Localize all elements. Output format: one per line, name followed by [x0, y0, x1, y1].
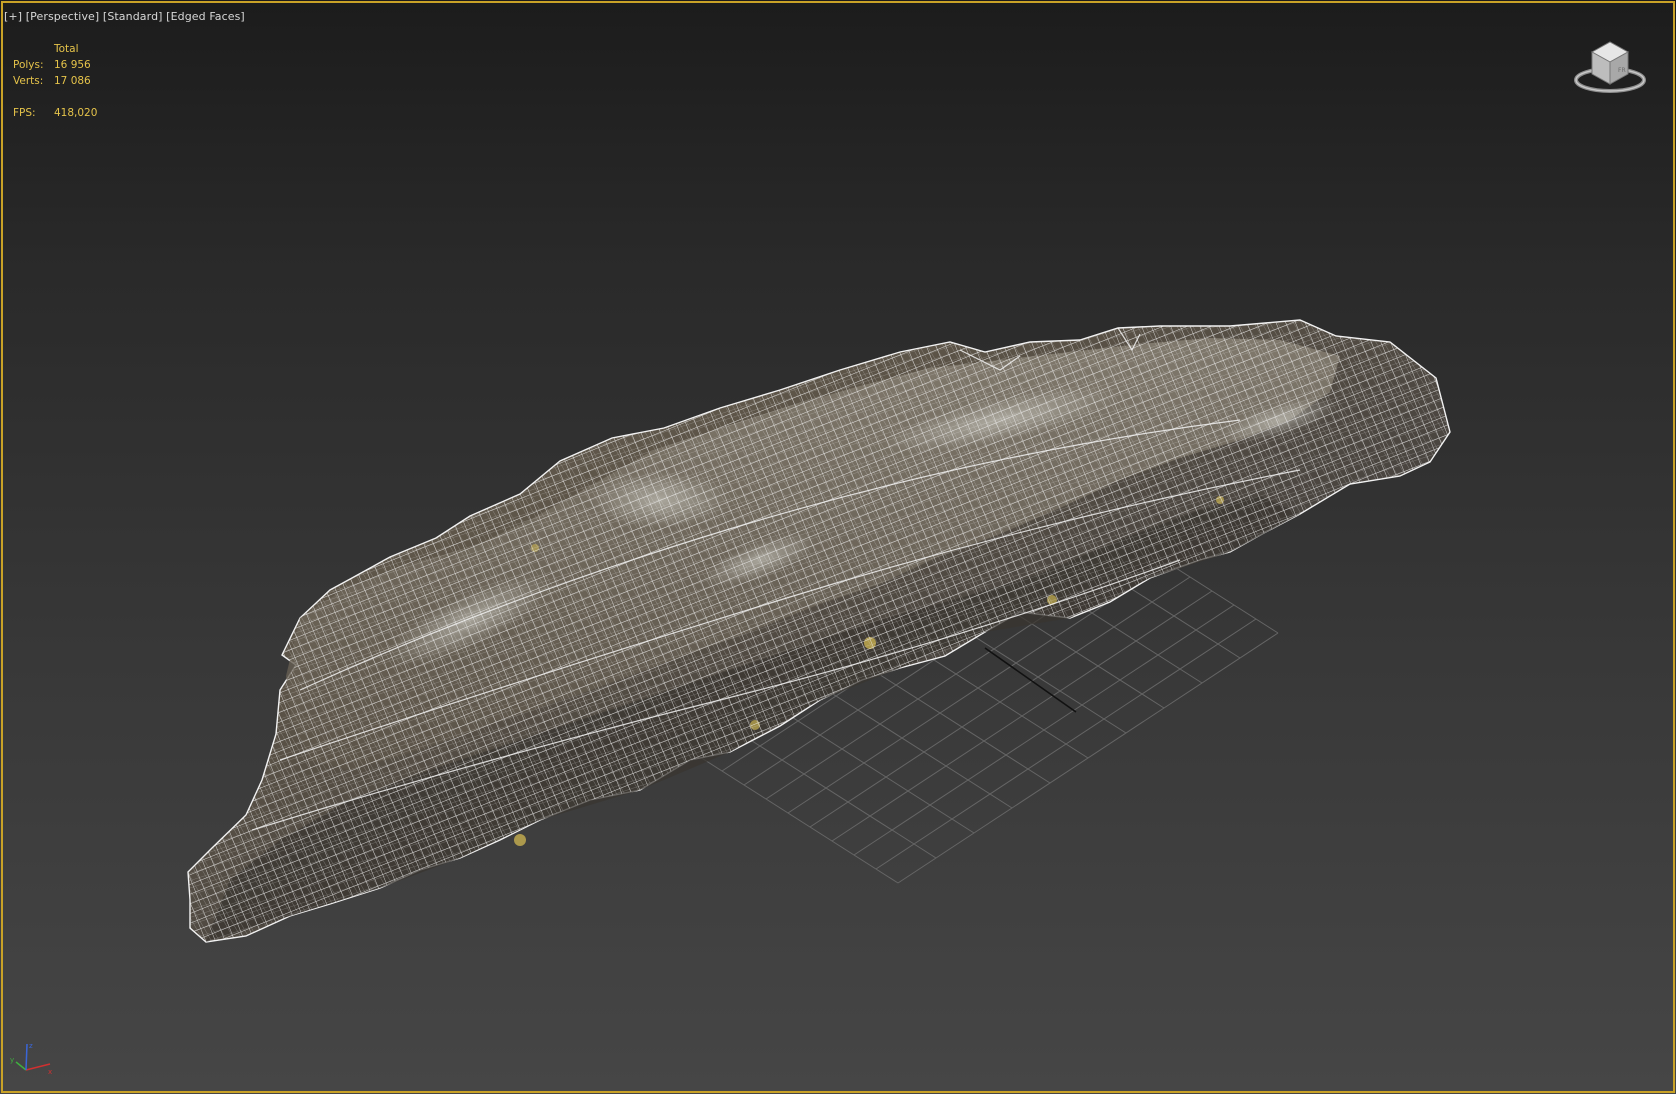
- polys-value: 16 956: [54, 59, 91, 71]
- verts-value: 17 086: [54, 75, 91, 87]
- fps-label: FPS:: [13, 107, 36, 119]
- viewport-display-mode-menu[interactable]: [Edged Faces]: [166, 10, 245, 23]
- stats-header: Total: [54, 43, 79, 55]
- viewport-label-menu[interactable]: [+] [Perspective] [Standard] [Edged Face…: [4, 10, 245, 23]
- viewport-view-menu[interactable]: [Perspective]: [26, 10, 100, 23]
- statistics-overlay: Total Polys: 16 956 Verts: 17 086 FPS: 418,…: [13, 41, 97, 121]
- svg-text:FR: FR: [1618, 67, 1626, 74]
- polys-label: Polys:: [13, 59, 44, 71]
- verts-label: Verts:: [13, 75, 44, 87]
- svg-text:x: x: [48, 1068, 52, 1076]
- svg-text:y: y: [10, 1056, 14, 1064]
- viewcube-icon[interactable]: FR: [1572, 34, 1648, 98]
- fps-value: 418,020: [54, 107, 98, 119]
- viewport-plus-menu[interactable]: [+]: [4, 10, 22, 23]
- perspective-viewport[interactable]: [+] [Perspective] [Standard] [Edged Face…: [0, 0, 1676, 1094]
- svg-text:z: z: [29, 1042, 33, 1050]
- wireframe-mesh[interactable]: [150, 280, 1490, 980]
- viewport-scene[interactable]: [0, 0, 1676, 1094]
- viewport-shading-menu[interactable]: [Standard]: [103, 10, 163, 23]
- axis-tripod-icon: y z x: [10, 1042, 52, 1076]
